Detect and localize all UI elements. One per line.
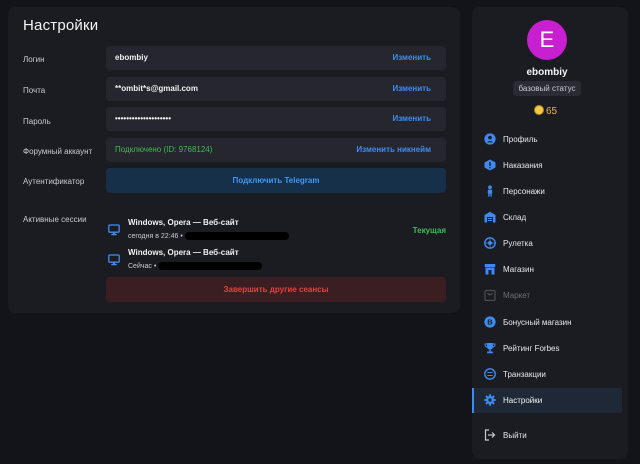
- coin-balance: 65: [534, 105, 557, 117]
- warehouse-icon: [484, 211, 496, 223]
- coin-icon: [534, 105, 544, 115]
- sidebar-item-warehouse[interactable]: Склад: [472, 205, 622, 230]
- forum-field: Подключено (ID: 9768124) Изменить никней…: [106, 138, 446, 162]
- alert-icon: [484, 159, 496, 171]
- logout-icon: [484, 429, 496, 441]
- sidebar-item-roulette[interactable]: Рулетка: [472, 231, 622, 256]
- market-icon: [484, 289, 496, 301]
- roulette-icon: [484, 237, 496, 249]
- username: ebombiy: [526, 67, 568, 78]
- session-title: Windows, Opera — Веб-сайт: [128, 248, 239, 257]
- sidebar-item-market[interactable]: Маркет: [472, 283, 622, 308]
- password-label: Пароль: [23, 117, 51, 126]
- end-other-sessions-button[interactable]: Завершить другие сеансы: [106, 277, 446, 302]
- redacted-ip: [184, 232, 289, 240]
- authenticator-label: Аутентификатор: [23, 177, 85, 186]
- password-field: •••••••••••••••••••• Изменить: [106, 107, 446, 131]
- svg-text:B: B: [487, 318, 493, 327]
- settings-panel: Настройки Логин ebombiy Изменить Почта *…: [8, 7, 460, 313]
- login-field: ebombiy Изменить: [106, 46, 446, 70]
- monitor-icon: [108, 224, 120, 236]
- change-nickname-button[interactable]: Изменить никнейм: [356, 145, 431, 154]
- change-login-button[interactable]: Изменить: [393, 53, 431, 62]
- gear-icon: [484, 394, 496, 406]
- session-time: Сейчас •: [128, 262, 263, 270]
- session-item: Windows, Opera — Веб-сайт сегодня в 22:4…: [106, 218, 446, 246]
- monitor-icon: [108, 254, 120, 266]
- password-value: ••••••••••••••••••••: [115, 114, 172, 123]
- connect-telegram-button[interactable]: Подключить Telegram: [106, 168, 446, 193]
- page-title: Настройки: [23, 17, 99, 34]
- redacted-ip: [158, 262, 263, 270]
- shop-icon: [484, 264, 496, 275]
- change-email-button[interactable]: Изменить: [393, 84, 431, 93]
- email-field: **ombit*s@gmail.com Изменить: [106, 77, 446, 101]
- sidebar-item-forbes-rating[interactable]: Рейтинг Forbes: [472, 336, 622, 361]
- session-title: Windows, Opera — Веб-сайт: [128, 218, 239, 227]
- sidebar-item-punishments[interactable]: Наказания: [472, 153, 622, 178]
- bonus-icon: B: [484, 316, 496, 328]
- transactions-icon: [484, 368, 496, 380]
- character-icon: [487, 185, 493, 197]
- trophy-icon: [484, 343, 496, 354]
- email-value: **ombit*s@gmail.com: [115, 84, 198, 93]
- session-current-badge: Текущая: [412, 226, 446, 235]
- sidebar-item-characters[interactable]: Персонажи: [472, 179, 622, 204]
- session-time: сегодня в 22:46 •: [128, 232, 289, 240]
- forum-label: Форумный аккаунт: [23, 147, 93, 156]
- change-password-button[interactable]: Изменить: [393, 114, 431, 123]
- avatar[interactable]: E: [527, 20, 567, 60]
- session-item: Windows, Opera — Веб-сайт Сейчас •: [106, 248, 446, 276]
- user-icon: [484, 133, 496, 145]
- sidebar-item-bonus-shop[interactable]: B Бонусный магазин: [472, 310, 622, 335]
- sidebar-item-profile[interactable]: Профиль: [472, 127, 622, 152]
- sessions-label: Активные сессии: [23, 215, 87, 224]
- sidebar-item-transactions[interactable]: Транзакции: [472, 362, 622, 387]
- sidebar-item-settings[interactable]: Настройки: [472, 388, 622, 413]
- sidebar-item-shop[interactable]: Магазин: [472, 257, 622, 282]
- sidebar-item-logout[interactable]: Выйти: [472, 423, 622, 448]
- status-badge: базовый статус: [513, 81, 581, 96]
- sidebar: E ebombiy базовый статус 65 Профиль Нака…: [472, 7, 628, 459]
- login-label: Логин: [23, 55, 45, 64]
- email-label: Почта: [23, 86, 46, 95]
- login-value: ebombiy: [115, 53, 148, 62]
- forum-status: Подключено (ID: 9768124): [115, 145, 213, 154]
